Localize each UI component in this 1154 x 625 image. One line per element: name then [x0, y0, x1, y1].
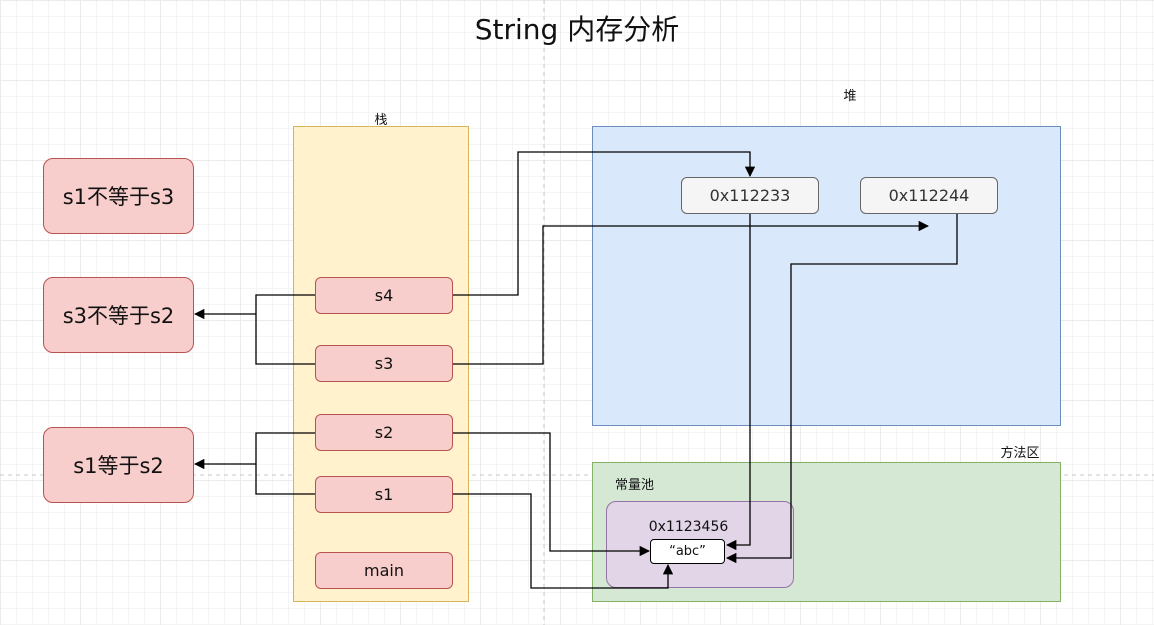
arrow-heap-112244-to-abc [725, 214, 958, 564]
arrow-s2-to-abc [453, 432, 651, 557]
bracket-s4-s3 [255, 294, 315, 365]
arrow-s4-to-heap-112233 [453, 151, 756, 296]
connector-arrows [193, 151, 958, 589]
arrow-s3-to-heap-112244 [453, 220, 930, 365]
arrow-s1-to-abc [453, 493, 674, 589]
arrow-heap-112233-to-abc [725, 214, 751, 551]
bracket-s2-s1 [255, 432, 315, 495]
